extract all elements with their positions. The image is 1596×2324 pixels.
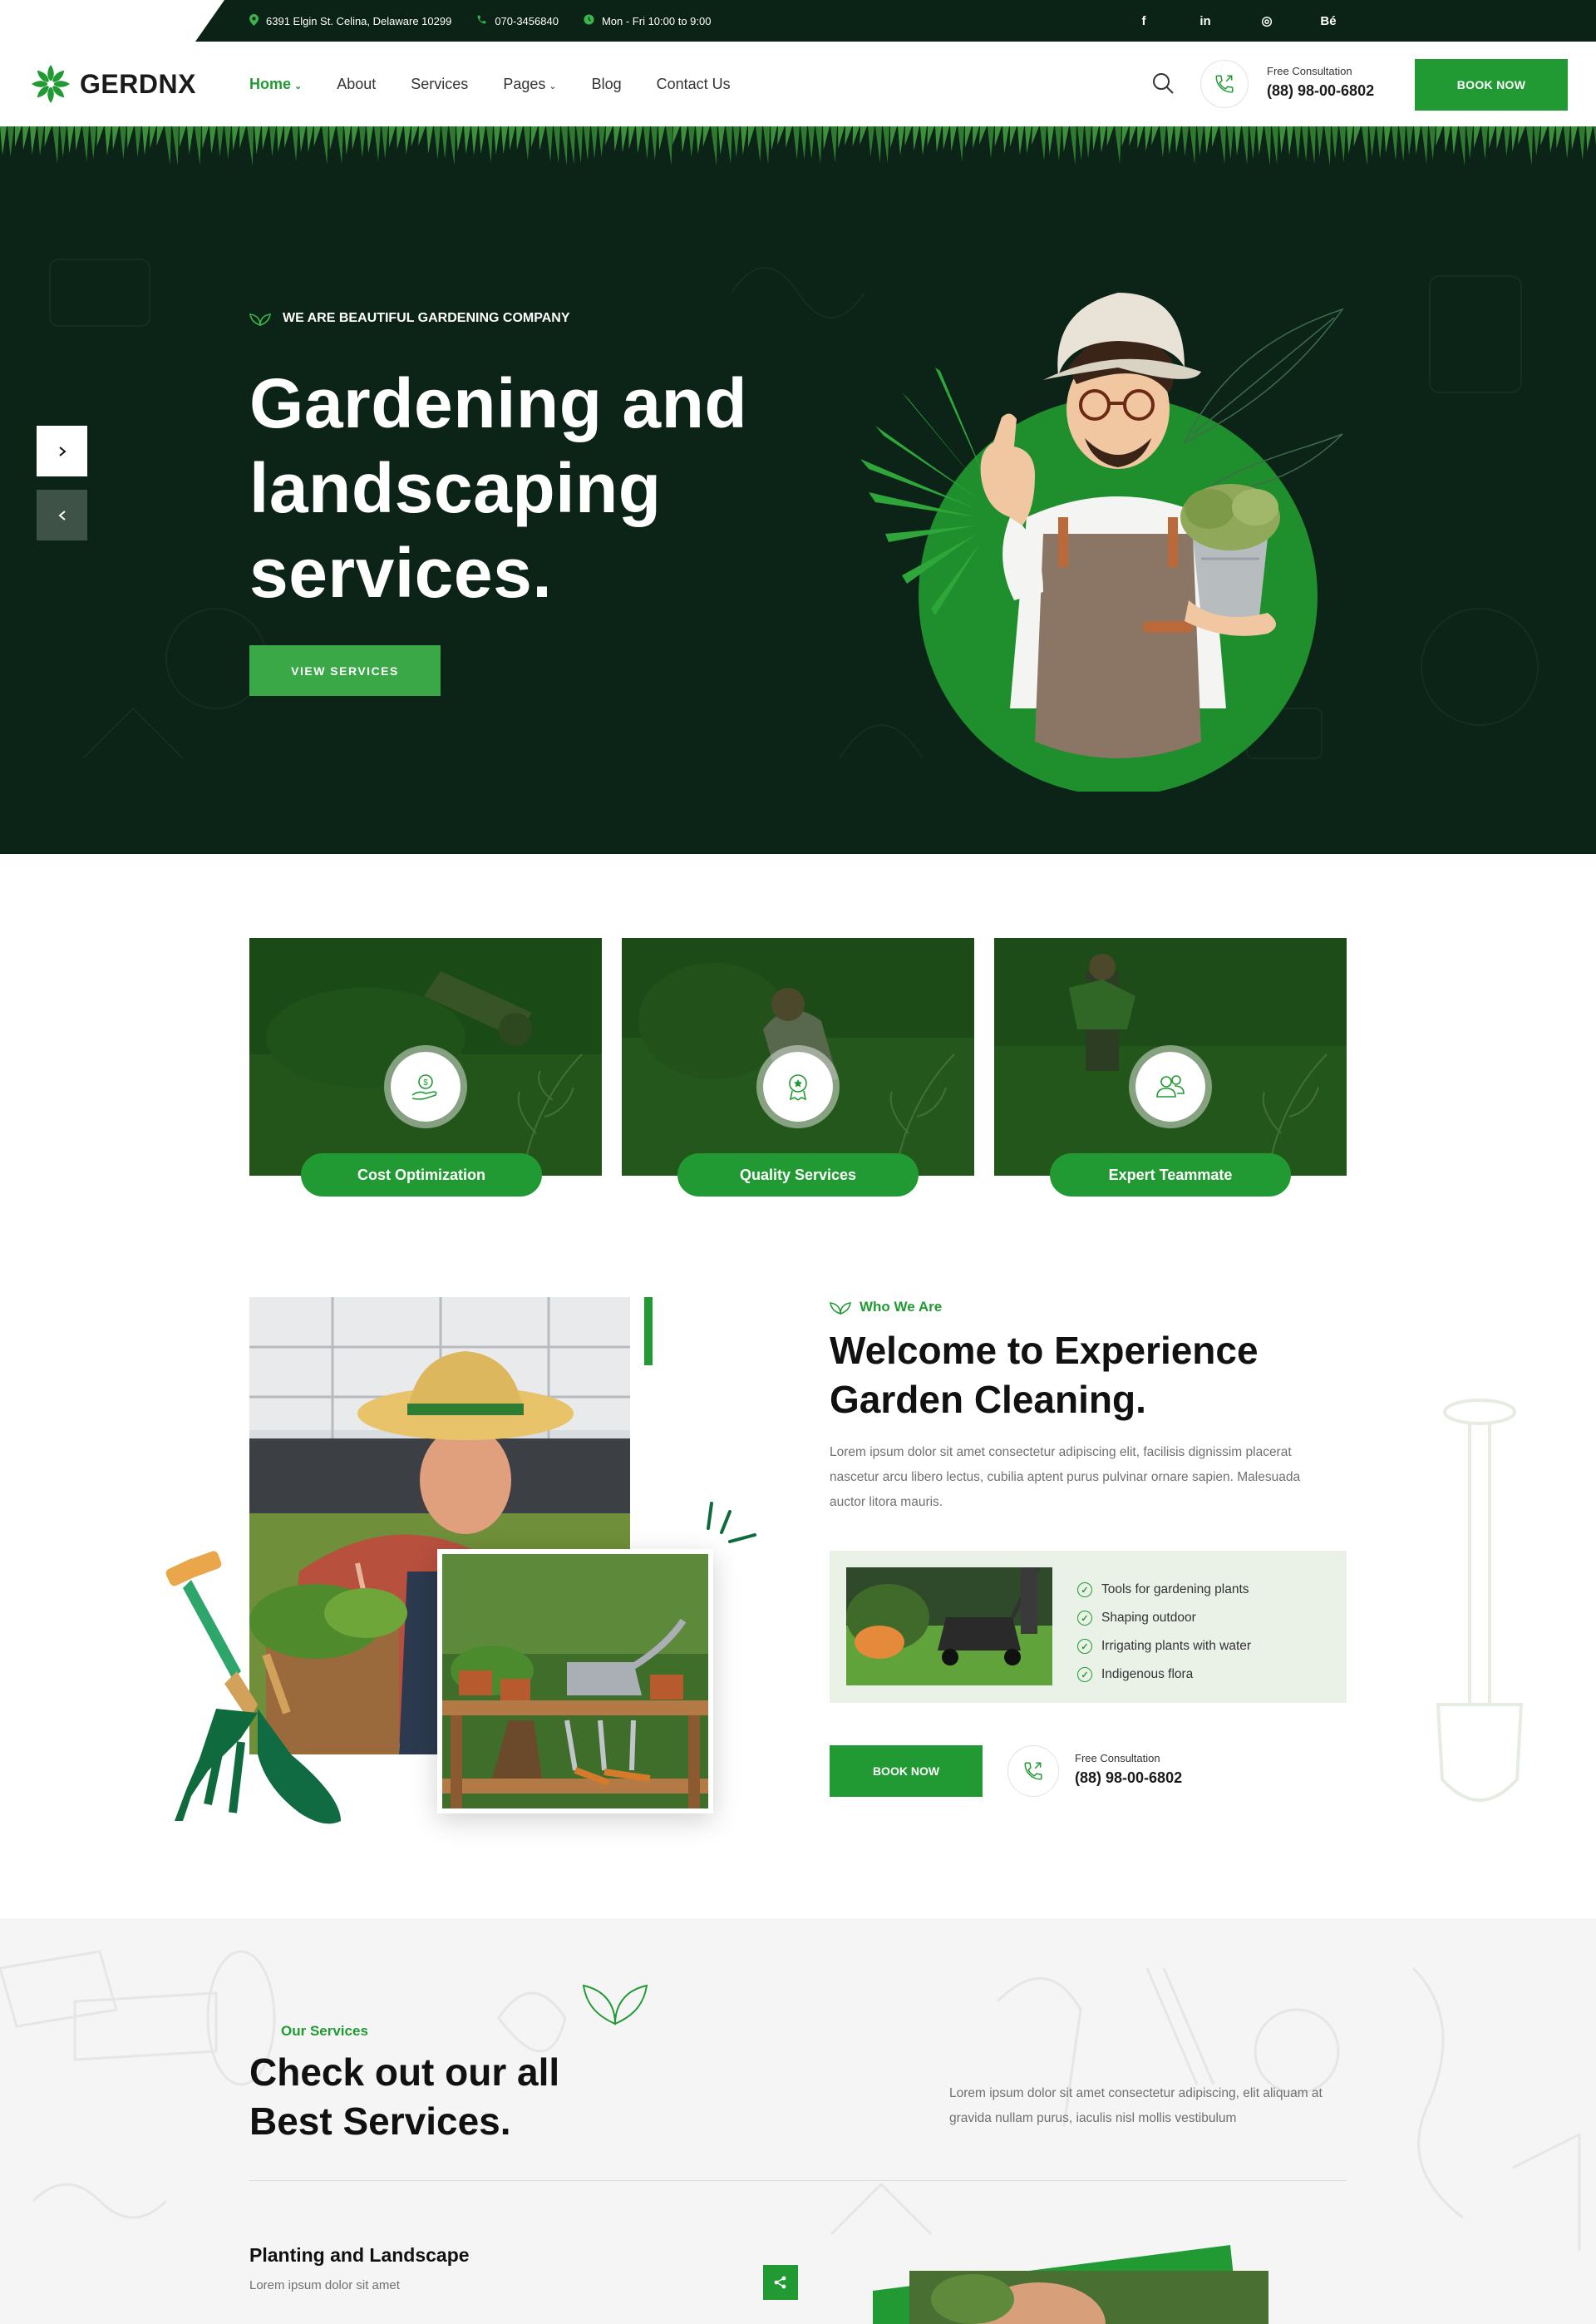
service-item-subtitle: Lorem ipsum dolor sit amet: [249, 2278, 400, 2292]
nav-item-about[interactable]: About: [337, 76, 376, 93]
garden-tools-table-image: [437, 1549, 713, 1813]
leaf-logo-icon: [30, 63, 71, 105]
list-item: ✓ Irrigating plants with water: [1077, 1632, 1251, 1660]
services-description: Lorem ipsum dolor sit amet consectetur a…: [949, 2086, 1323, 2125]
list-item: ✓ Indigenous flora: [1077, 1660, 1251, 1689]
phone-text: 070-3456840: [495, 14, 559, 27]
share-icon: [774, 2276, 786, 2289]
view-services-button[interactable]: VIEW SERVICES: [249, 645, 441, 696]
list-item: ✓ Shaping outdoor: [1077, 1604, 1251, 1632]
hours-text: Mon - Fri 10:00 to 9:00: [601, 14, 712, 27]
gardener-hero-image: [860, 293, 1344, 792]
phone-call-icon[interactable]: [1007, 1745, 1059, 1797]
money-hand-icon: $: [384, 1045, 467, 1128]
consultation-phone[interactable]: (88) 98-00-6802: [1267, 82, 1374, 100]
feature-label-cost[interactable]: Cost Optimization: [301, 1153, 542, 1197]
garden-fork-trowel-image: [165, 1551, 341, 1824]
slider-prev-button[interactable]: [37, 490, 87, 540]
clock-icon: [584, 14, 594, 27]
phone-call-icon[interactable]: [1200, 60, 1249, 108]
list-item: ✓ Tools for gardening plants: [1077, 1576, 1251, 1604]
search-icon[interactable]: [1150, 71, 1175, 96]
behance-icon[interactable]: Bé: [1320, 14, 1337, 28]
phone-item[interactable]: 070-3456840: [476, 14, 559, 27]
check-circle-icon: ✓: [1077, 1667, 1092, 1682]
decorative-sparks: [707, 1502, 756, 1543]
address-item: 6391 Elgin St. Celina, Delaware 10299: [249, 13, 452, 28]
social-links: f in ◎ Bé: [1135, 0, 1337, 42]
dribbble-icon[interactable]: ◎: [1259, 13, 1275, 28]
nav-item-blog[interactable]: Blog: [592, 76, 622, 93]
address-text: 6391 Elgin St. Celina, Delaware 10299: [266, 14, 452, 27]
nav-item-services[interactable]: Services: [411, 76, 468, 93]
quality-badge-icon: [756, 1045, 840, 1128]
feature-label-team[interactable]: Expert Teammate: [1050, 1153, 1291, 1197]
about-description: Lorem ipsum dolor sit amet consectetur a…: [830, 1445, 1301, 1509]
consultation-label: Free Consultation: [1075, 1752, 1160, 1764]
nav-item-home[interactable]: Home ⌄: [249, 76, 302, 93]
divider: [249, 2180, 1347, 2181]
about-features-box: ✓ Tools for gardening plants ✓ Shaping out…: [830, 1551, 1347, 1703]
services-section: [0, 1918, 1596, 2324]
team-users-icon: [1129, 1045, 1212, 1128]
feature-card-team[interactable]: [994, 938, 1347, 1176]
nav-item-contact[interactable]: Contact Us: [657, 76, 731, 93]
logo[interactable]: GERDNX: [30, 63, 196, 105]
consultation-label: Free Consultation: [1267, 65, 1352, 77]
chevron-down-icon: ⌄: [294, 81, 303, 91]
book-now-button[interactable]: BOOK NOW: [1415, 59, 1568, 111]
about-book-now-button[interactable]: BOOK NOW: [830, 1745, 983, 1797]
facebook-icon[interactable]: f: [1135, 14, 1152, 28]
service-image-frame: [873, 2241, 1288, 2324]
about-consultation: Free Consultation (88) 98-00-6802: [1075, 1752, 1182, 1787]
accent-bar: [644, 1297, 653, 1365]
about-tagline: Who We Are: [830, 1299, 942, 1315]
services-tagline: Our Services: [281, 2023, 368, 2039]
svg-text:$: $: [423, 1078, 428, 1088]
header-consultation: Free Consultation (88) 98-00-6802: [1267, 65, 1374, 100]
service-item-title[interactable]: Planting and Landscape: [249, 2244, 470, 2267]
feature-card-quality[interactable]: [622, 938, 974, 1176]
sprout-decoration: [582, 1984, 648, 2025]
main-nav: Home ⌄ About Services Pages ⌄ Blog Contact…: [249, 42, 731, 126]
chevron-left-icon: [57, 510, 66, 521]
check-circle-icon: ✓: [1077, 1639, 1092, 1654]
shovel-decoration: [1436, 1399, 1524, 1802]
check-circle-icon: ✓: [1077, 1582, 1092, 1597]
about-tagline-text: Who We Are: [860, 1299, 943, 1315]
about-features-list: ✓ Tools for gardening plants ✓ Shaping out…: [1077, 1576, 1251, 1689]
top-bar-info: 6391 Elgin St. Celina, Delaware 10299 07…: [249, 0, 711, 42]
about-title: Welcome to Experience Garden Cleaning.: [830, 1329, 1259, 1421]
sprout-icon: [830, 1302, 851, 1315]
chevron-down-icon: ⌄: [549, 81, 557, 91]
hero-tagline: WE ARE BEAUTIFUL GARDENING COMPANY: [249, 311, 569, 326]
hero-title: Gardening and landscaping services.: [249, 364, 748, 612]
lawn-mowing-image: [846, 1567, 1052, 1685]
share-button[interactable]: [763, 2265, 798, 2300]
sprout-icon: [249, 313, 271, 326]
check-circle-icon: ✓: [1077, 1611, 1092, 1626]
consultation-phone[interactable]: (88) 98-00-6802: [1075, 1769, 1182, 1787]
feature-label-quality[interactable]: Quality Services: [677, 1153, 919, 1197]
logo-text: GERDNX: [80, 68, 196, 99]
chevron-right-icon: [58, 446, 66, 456]
services-title: Check out our all Best Services.: [249, 2050, 560, 2143]
top-bar: 6391 Elgin St. Celina, Delaware 10299 07…: [0, 0, 1596, 42]
services-background-doodle: [0, 1950, 1581, 2251]
top-bar-white-corner: [0, 0, 224, 42]
feature-card-cost[interactable]: $: [249, 938, 602, 1176]
hours-item: Mon - Fri 10:00 to 9:00: [584, 14, 712, 27]
phone-icon: [476, 14, 487, 27]
linkedin-icon[interactable]: in: [1197, 14, 1214, 28]
slider-next-button[interactable]: [37, 426, 87, 476]
hero-section: WE ARE BEAUTIFUL GARDENING COMPANY Garde…: [0, 126, 1596, 854]
hero-tagline-text: WE ARE BEAUTIFUL GARDENING COMPANY: [283, 311, 570, 325]
location-pin-icon: [249, 13, 259, 28]
nav-item-pages[interactable]: Pages ⌄: [503, 76, 556, 93]
